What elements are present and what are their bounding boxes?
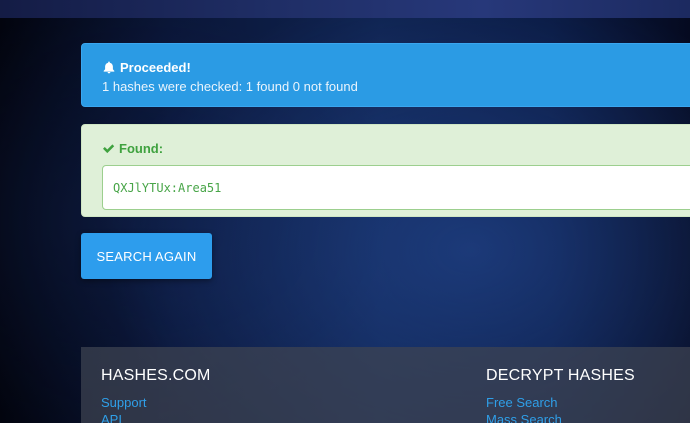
proceeded-alert: Proceeded! 1 hashes were checked: 1 foun…: [81, 43, 690, 107]
footer-links: Free Search Mass Search: [486, 394, 635, 423]
bell-icon: [102, 61, 116, 75]
footer-link-free-search[interactable]: Free Search: [486, 394, 635, 411]
found-title-text: Found:: [119, 140, 164, 156]
check-icon: [102, 141, 116, 155]
footer-heading: DECRYPT HASHES: [486, 367, 635, 384]
footer-links: Support API: [101, 394, 211, 423]
alert-title: Proceeded!: [102, 59, 690, 76]
footer-link-mass-search[interactable]: Mass Search: [486, 411, 635, 423]
footer-column-decrypt: DECRYPT HASHES Free Search Mass Search: [486, 347, 635, 423]
found-title: Found:: [102, 140, 690, 156]
footer-column-hashes: HASHES.COM Support API: [101, 347, 211, 423]
alert-message: 1 hashes were checked: 1 found 0 not fou…: [102, 79, 358, 94]
alert-title-text: Proceeded!: [120, 60, 191, 75]
footer: HASHES.COM Support API DECRYPT HASHES Fr…: [81, 347, 690, 423]
found-result-field[interactable]: QXJlYTUx:Area51: [102, 165, 690, 210]
footer-link-support[interactable]: Support: [101, 394, 211, 411]
search-again-button[interactable]: SEARCH AGAIN: [81, 233, 212, 279]
found-alert: Found: QXJlYTUx:Area51: [81, 124, 690, 217]
footer-link-api[interactable]: API: [101, 411, 211, 423]
footer-heading: HASHES.COM: [101, 367, 211, 384]
top-navbar: [0, 0, 690, 18]
